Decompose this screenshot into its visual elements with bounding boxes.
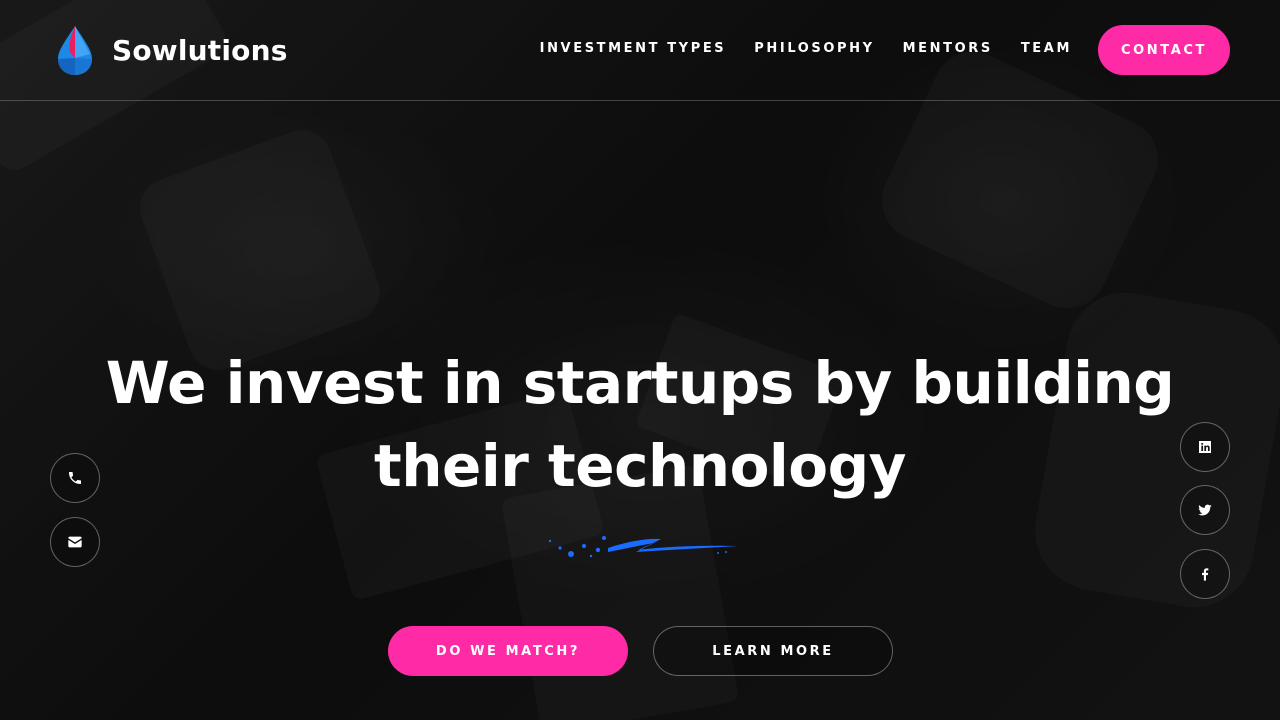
learn-more-button[interactable]: LEARN MORE <box>653 626 893 676</box>
site-header: Sowlutions INVESTMENT TYPES PHILOSOPHY M… <box>0 0 1280 101</box>
nav-item-mentors[interactable]: MENTORS <box>903 40 993 58</box>
brand-name: Sowlutions <box>112 33 288 67</box>
hero-title-line-1: We invest in startups by building <box>105 349 1175 417</box>
droplet-logo-icon <box>58 26 92 75</box>
twitter-icon <box>1198 504 1212 516</box>
nav-item-team[interactable]: TEAM <box>1021 40 1072 58</box>
brand[interactable]: Sowlutions <box>56 24 288 76</box>
facebook-icon <box>1202 568 1209 581</box>
nav-item-investment-types[interactable]: INVESTMENT TYPES <box>540 40 727 58</box>
main-nav: INVESTMENT TYPES PHILOSOPHY MENTORS TEAM <box>512 40 1072 58</box>
hero-title-line-2: their technology <box>374 432 906 500</box>
envelope-icon <box>68 536 82 548</box>
facebook-button[interactable] <box>1180 549 1230 599</box>
twitter-button[interactable] <box>1180 485 1230 535</box>
brush-stroke-decoration <box>548 536 738 558</box>
do-we-match-button[interactable]: DO WE MATCH? <box>388 626 628 676</box>
linkedin-icon <box>1199 441 1211 453</box>
phone-icon <box>69 472 81 484</box>
nav-item-philosophy[interactable]: PHILOSOPHY <box>754 40 874 58</box>
phone-button[interactable] <box>50 453 100 503</box>
hero-title: We invest in startups by building their … <box>90 342 1190 508</box>
contact-button[interactable]: CONTACT <box>1098 25 1230 75</box>
linkedin-button[interactable] <box>1180 422 1230 472</box>
email-button[interactable] <box>50 517 100 567</box>
